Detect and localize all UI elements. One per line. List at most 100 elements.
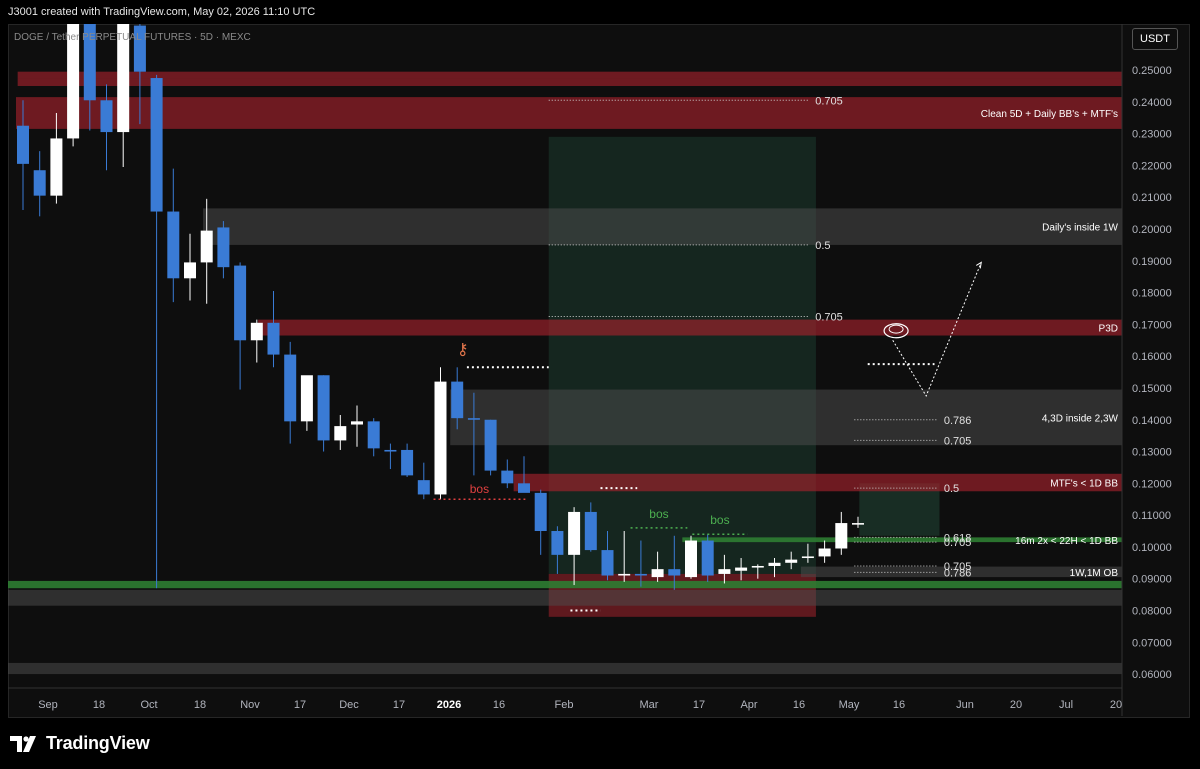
time-tick-10: Feb [555, 699, 574, 711]
price-tick-14: 0.11000 [1132, 510, 1171, 522]
time-tick-1: 18 [93, 699, 105, 711]
tradingview-logo-icon [10, 735, 36, 752]
candle-body-26 [451, 381, 464, 419]
time-tick-5: 17 [294, 699, 306, 711]
candle-body-11 [200, 230, 213, 263]
candle-body-20 [351, 421, 363, 425]
candle-body-10 [184, 262, 196, 279]
price-tick-18: 0.07000 [1132, 637, 1172, 649]
zone-label-5: 4,3D inside 2,3W [1042, 413, 1119, 424]
candle-body-43 [735, 567, 748, 571]
price-tick-8: 0.17000 [1132, 319, 1172, 331]
candle-body-5 [100, 100, 113, 133]
price-tick-9: 0.16000 [1132, 351, 1172, 363]
candle-body-9 [167, 211, 180, 279]
price-tick-15: 0.10000 [1132, 542, 1172, 554]
fib-label-7: 0.705 [944, 537, 972, 549]
fib-label-3: 0.786 [944, 415, 972, 427]
time-tick-11: Mar [640, 699, 659, 711]
candle-body-25 [434, 381, 447, 495]
candle-body-38 [651, 569, 664, 578]
candle-body-0 [17, 125, 29, 164]
tradingview-logo[interactable]: TradingView [10, 733, 150, 754]
candle-body-33 [568, 511, 581, 555]
price-tick-5: 0.20000 [1132, 224, 1172, 236]
time-tick-14: 16 [793, 699, 805, 711]
candle-body-31 [534, 492, 547, 532]
fib-label-5: 0.5 [944, 483, 959, 495]
zone-label-2: Clean 5D + Daily BB's + MTF's [981, 109, 1118, 120]
price-tick-3: 0.22000 [1132, 160, 1172, 172]
tradingview-logo-text: TradingView [46, 733, 150, 753]
zone-label-4: P3D [1099, 324, 1118, 335]
zone-label-6: MTF's < 1D BB [1050, 479, 1118, 490]
candle-body-49 [835, 523, 848, 549]
price-tick-10: 0.15000 [1132, 383, 1172, 395]
bos-label-1: bos [649, 507, 668, 521]
candle-body-30 [518, 483, 530, 493]
time-tick-13: Apr [740, 699, 757, 711]
candle-body-46 [785, 559, 798, 563]
fib-label-9: 0.786 [944, 567, 972, 579]
time-tick-6: Dec [339, 699, 359, 711]
time-tick-15: May [839, 699, 860, 711]
price-tick-13: 0.12000 [1132, 478, 1172, 490]
candle-body-18 [317, 375, 330, 441]
zone-red-6 [513, 473, 1122, 492]
price-tick-16: 0.09000 [1132, 574, 1172, 586]
time-tick-18: 20 [1010, 699, 1022, 711]
time-tick-16: 16 [893, 699, 905, 711]
price-tick-17: 0.08000 [1132, 605, 1172, 617]
candle-body-50 [852, 523, 864, 525]
candle-body-21 [367, 421, 380, 449]
time-tick-17: Jun [956, 699, 974, 711]
price-tick-1: 0.24000 [1132, 97, 1172, 109]
symbol-line: DOGE / Tether PERPETUAL FUTURES · 5D · M… [14, 32, 251, 43]
price-tick-19: 0.06000 [1132, 669, 1172, 681]
zone-label-8: 1W,1M OB [1070, 568, 1119, 579]
candle-body-12 [217, 227, 230, 268]
candle-body-1 [33, 170, 46, 196]
time-tick-8: 2026 [437, 699, 461, 711]
candle-body-19 [334, 426, 347, 441]
candle-body-17 [300, 375, 313, 422]
candle-body-37 [634, 573, 647, 576]
time-tick-3: 18 [194, 699, 206, 711]
candle-body-27 [467, 418, 480, 420]
candle-body-36 [618, 573, 631, 576]
candle-body-23 [401, 449, 414, 476]
price-tick-2: 0.23000 [1132, 129, 1172, 141]
candle-body-40 [685, 540, 697, 578]
price-tick-7: 0.18000 [1132, 288, 1172, 300]
candle-body-16 [284, 354, 297, 422]
price-tick-0: 0.25000 [1132, 65, 1172, 77]
currency-button[interactable]: USDT [1132, 28, 1178, 50]
candle-body-29 [501, 470, 514, 484]
time-tick-7: 17 [393, 699, 405, 711]
zone-label-3: Daily's inside 1W [1042, 223, 1118, 234]
price-tick-4: 0.21000 [1132, 192, 1172, 204]
time-tick-0: Sep [38, 699, 58, 711]
zone-red-0 [17, 71, 1122, 79]
candle-body-13 [234, 265, 247, 341]
time-tick-2: Oct [140, 699, 157, 711]
zone-gray-11 [8, 662, 1122, 675]
price-tick-12: 0.13000 [1132, 447, 1172, 459]
candle-body-35 [601, 550, 614, 576]
candle-body-42 [718, 569, 731, 574]
time-tick-20: 20 [1110, 699, 1122, 711]
price-chart[interactable]: Clean 5D + Daily BB's + MTF's Daily's ins… [8, 24, 1188, 716]
position-profit-zone [548, 136, 816, 574]
candle-body-48 [818, 548, 831, 557]
candle-body-39 [668, 569, 681, 576]
bos-label-2: bos [710, 513, 729, 527]
fib-label-4: 0.705 [944, 435, 972, 447]
bos-label-0: bos [470, 482, 489, 496]
fib-label-2: 0.705 [815, 311, 843, 323]
zone-red-4 [258, 319, 1122, 336]
candle-body-8 [150, 78, 163, 212]
candle-body-44 [751, 565, 764, 568]
zone-label-7: 16m 2x < 22H < 1D BB [1015, 536, 1118, 547]
fib-label-1: 0.5 [815, 240, 830, 252]
time-tick-4: Nov [240, 699, 260, 711]
